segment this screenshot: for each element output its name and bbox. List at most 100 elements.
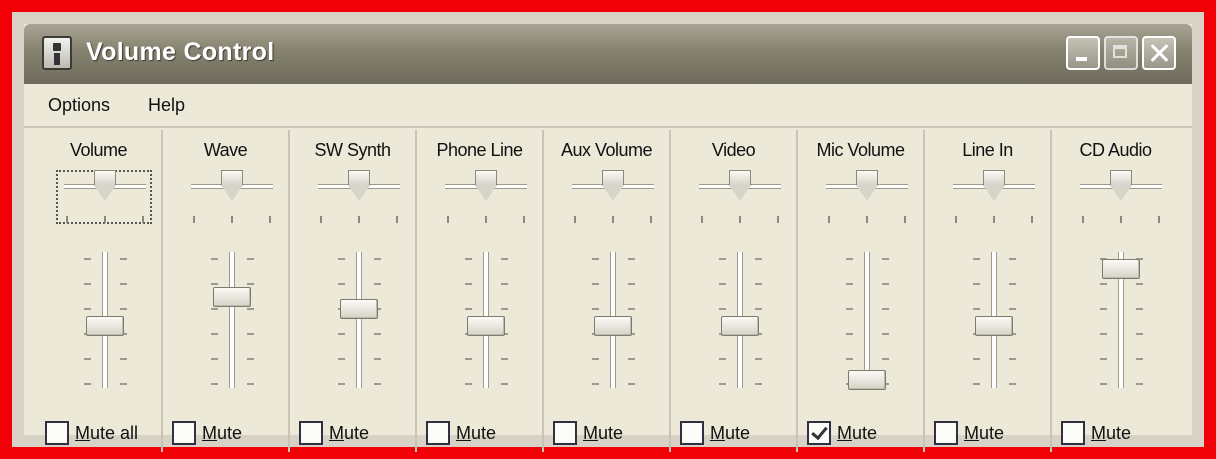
balance-slider[interactable] — [602, 170, 624, 204]
volume-tick — [592, 258, 599, 260]
volume-tick — [882, 308, 889, 310]
volume-tick — [211, 283, 218, 285]
mute-checkbox[interactable]: Mute — [172, 420, 242, 446]
balance-slider[interactable] — [94, 170, 116, 204]
volume-tick — [465, 383, 472, 385]
mute-checkbox[interactable]: Mute — [553, 420, 623, 446]
balance-tick — [1031, 216, 1033, 223]
volume-slider[interactable] — [86, 316, 124, 337]
volume-tick — [1136, 283, 1143, 285]
volume-tick — [1009, 308, 1016, 310]
mute-checkbox-box[interactable] — [45, 421, 69, 445]
mute-label: Mute — [456, 422, 497, 443]
volume-tick — [120, 283, 127, 285]
mute-checkbox-box[interactable] — [553, 421, 577, 445]
volume-tick — [247, 283, 254, 285]
volume-tick — [247, 308, 254, 310]
volume-tick — [465, 258, 472, 260]
balance-slider[interactable] — [221, 170, 243, 204]
volume-tick — [628, 308, 635, 310]
mute-checkbox[interactable]: Mute — [299, 420, 369, 446]
volume-tick — [1100, 383, 1107, 385]
volume-tick — [338, 283, 345, 285]
mute-checkbox-box[interactable] — [934, 421, 958, 445]
balance-tick — [955, 216, 957, 223]
volume-tick — [755, 258, 762, 260]
volume-tick — [120, 358, 127, 360]
volume-tick — [846, 308, 853, 310]
volume-slider[interactable] — [1102, 259, 1140, 280]
mute-checkbox[interactable]: Mute — [1061, 420, 1131, 446]
volume-tick — [719, 308, 726, 310]
mute-checkbox[interactable]: Mute — [426, 420, 496, 446]
mute-checkbox-box[interactable] — [1061, 421, 1085, 445]
balance-slider[interactable] — [1110, 170, 1132, 204]
balance-tick — [396, 216, 398, 223]
volume-tick — [1136, 308, 1143, 310]
volume-tick — [1100, 333, 1107, 335]
mute-checkbox[interactable]: Mute — [807, 420, 877, 446]
volume-tick — [374, 283, 381, 285]
volume-tick — [465, 283, 472, 285]
balance-tick — [777, 216, 779, 223]
volume-tick — [338, 258, 345, 260]
mute-checkbox-box[interactable] — [426, 421, 450, 445]
mute-checkbox-box[interactable] — [807, 421, 831, 445]
volume-slider[interactable] — [975, 316, 1013, 337]
volume-tick — [247, 333, 254, 335]
volume-tick — [120, 308, 127, 310]
volume-tick — [338, 333, 345, 335]
mute-checkbox[interactable]: Mute — [680, 420, 750, 446]
volume-tick — [1136, 333, 1143, 335]
mute-checkbox-box[interactable] — [299, 421, 323, 445]
mute-checkbox-box[interactable] — [172, 421, 196, 445]
highlight-frame: Volume Control Options Help Volume Mute … — [0, 0, 1216, 459]
volume-slider[interactable] — [340, 298, 378, 319]
channel-volume: Volume Mute all — [36, 130, 163, 452]
channel-label: Wave — [203, 140, 248, 160]
close-button[interactable] — [1142, 36, 1176, 70]
volume-slider[interactable] — [721, 316, 759, 337]
mute-label: Mute all — [75, 422, 139, 443]
maximize-button[interactable] — [1104, 36, 1138, 70]
balance-tick — [993, 216, 995, 223]
balance-slider[interactable] — [983, 170, 1005, 204]
minimize-button[interactable] — [1066, 36, 1100, 70]
volume-tick — [1100, 308, 1107, 310]
mute-checkbox-box[interactable] — [680, 421, 704, 445]
volume-tick — [84, 258, 91, 260]
volume-slider[interactable] — [213, 287, 251, 308]
volume-track — [864, 252, 870, 388]
mute-checkbox[interactable]: Mute all — [45, 420, 138, 446]
app-icon[interactable] — [42, 36, 72, 70]
volume-tick — [465, 308, 472, 310]
volume-tick — [501, 258, 508, 260]
volume-tick — [211, 308, 218, 310]
balance-tick — [485, 216, 487, 223]
volume-tick — [374, 258, 381, 260]
balance-slider[interactable] — [856, 170, 878, 204]
volume-tick — [592, 283, 599, 285]
menu-help[interactable]: Help — [148, 95, 185, 116]
title-bar[interactable]: Volume Control — [24, 24, 1192, 84]
volume-slider[interactable] — [594, 316, 632, 337]
volume-tick — [882, 333, 889, 335]
volume-tick — [846, 333, 853, 335]
balance-tick — [66, 216, 68, 223]
volume-tick — [211, 258, 218, 260]
channel-cd-audio: CD Audio Mute — [1052, 130, 1179, 452]
mute-label: Mute — [1091, 422, 1132, 443]
volume-slider[interactable] — [848, 369, 886, 390]
volume-tick — [120, 383, 127, 385]
menu-options[interactable]: Options — [48, 95, 110, 116]
mute-checkbox[interactable]: Mute — [934, 420, 1004, 446]
volume-track — [356, 252, 362, 388]
volume-tick — [1009, 383, 1016, 385]
channel-label: CD Audio — [1079, 140, 1152, 160]
channel-label: Mic Volume — [816, 140, 905, 160]
volume-slider[interactable] — [467, 316, 505, 337]
balance-slider[interactable] — [348, 170, 370, 204]
balance-tick — [269, 216, 271, 223]
balance-slider[interactable] — [475, 170, 497, 204]
balance-slider[interactable] — [729, 170, 751, 204]
